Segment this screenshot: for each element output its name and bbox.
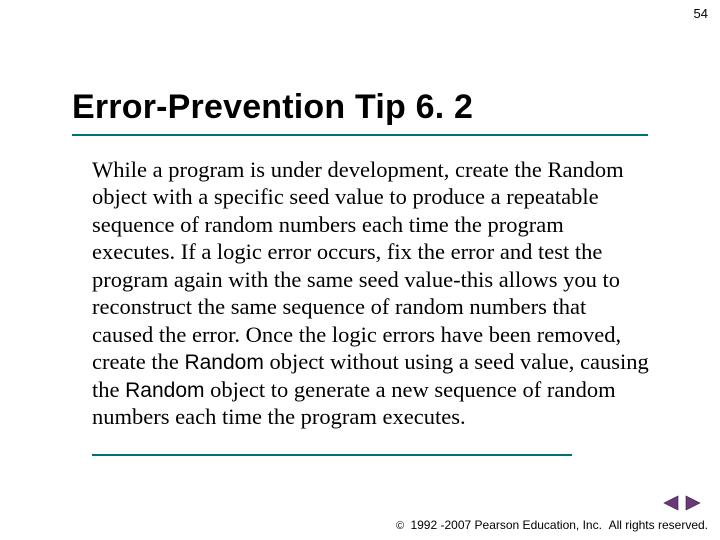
nav-controls <box>662 494 702 512</box>
copyright-symbol: © <box>396 520 404 532</box>
code-random-1: Random <box>184 351 263 374</box>
copyright-org: Pearson Education, Inc. <box>475 518 602 532</box>
next-slide-button[interactable] <box>684 494 702 511</box>
slide-title: Error-Prevention Tip 6. 2 <box>72 88 473 127</box>
body-part-1: While a program is under development, cr… <box>92 157 624 374</box>
copyright-years: 1992 -2007 <box>410 518 471 532</box>
body-paragraph: While a program is under development, cr… <box>92 156 652 431</box>
triangle-left-icon <box>662 495 680 511</box>
code-random-2: Random <box>125 379 204 402</box>
prev-slide-button[interactable] <box>662 494 684 511</box>
triangle-right-icon <box>684 495 702 511</box>
page-number: 54 <box>694 6 708 21</box>
footer-copyright: © 1992 -2007 Pearson Education, Inc. All… <box>396 518 708 532</box>
title-underline <box>72 134 648 136</box>
body-underline <box>92 454 572 456</box>
copyright-rights: All rights reserved. <box>609 518 708 532</box>
